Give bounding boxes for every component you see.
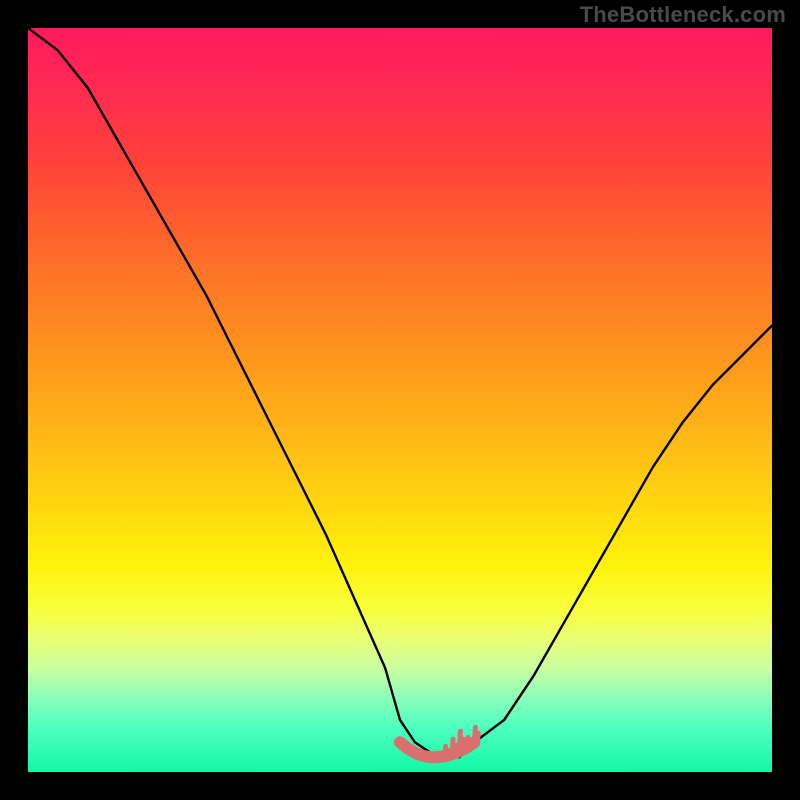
chart-svg <box>28 28 772 772</box>
chart-frame: TheBottleneck.com <box>0 0 800 800</box>
curve-line <box>28 28 772 757</box>
highlight-segment <box>400 727 478 757</box>
plot-area <box>28 28 772 772</box>
watermark-text: TheBottleneck.com <box>580 2 786 28</box>
